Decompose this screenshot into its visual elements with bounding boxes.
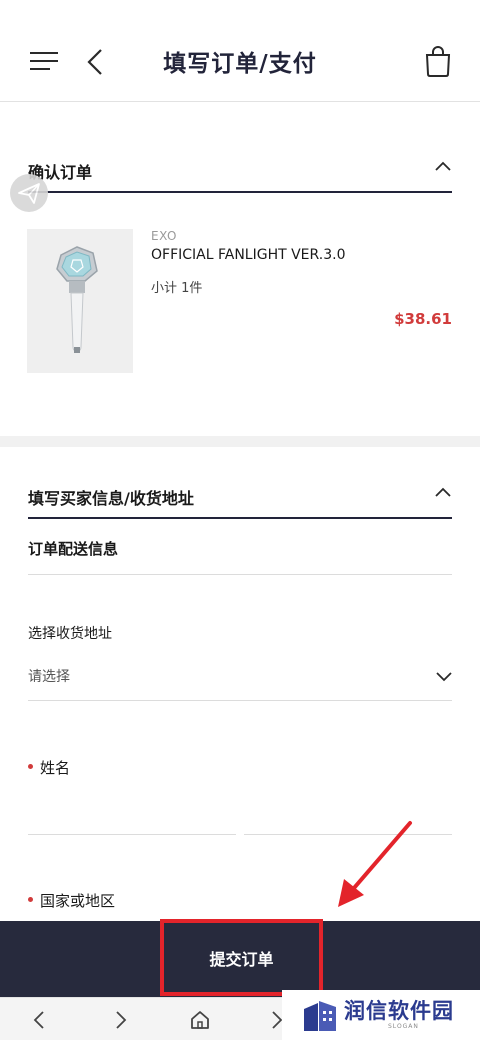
submit-order-button[interactable]: 提交订单 — [160, 919, 323, 996]
watermark-slogan: SLOGAN — [388, 1023, 419, 1030]
required-dot — [28, 897, 33, 902]
annotation-arrow-icon — [338, 821, 412, 907]
chevron-right-icon[interactable] — [108, 1008, 132, 1032]
name-label-text: 姓名 — [40, 759, 71, 777]
required-dot — [28, 764, 33, 769]
country-label: 国家或地区 — [28, 890, 115, 911]
address-select-value: 请选择 — [28, 669, 70, 685]
address-label: 选择收货地址 — [28, 626, 112, 642]
buyer-info-header[interactable]: 填写买家信息/收货地址 — [28, 481, 452, 519]
country-label-text: 国家或地区 — [40, 892, 116, 910]
page-title: 填写订单/支付 — [163, 51, 317, 77]
chevron-down-icon — [436, 672, 452, 682]
divider — [28, 700, 452, 701]
send-share-icon[interactable] — [10, 174, 48, 212]
last-name-input[interactable] — [28, 804, 236, 835]
shopping-bag-icon[interactable] — [424, 44, 452, 78]
chevron-up-icon[interactable] — [434, 485, 452, 499]
chevron-left-icon[interactable] — [28, 1008, 52, 1032]
top-header: 填写订单/支付 — [0, 0, 480, 102]
name-label: 姓名 — [28, 757, 70, 778]
product-image[interactable] — [27, 229, 133, 373]
fanlight-image — [56, 246, 98, 353]
building-logo-icon — [304, 1001, 336, 1031]
confirm-order-header[interactable]: 确认订单 — [28, 155, 452, 193]
section-divider — [0, 436, 480, 447]
buyer-info-title: 填写买家信息/收货地址 — [28, 489, 194, 508]
product-price: $38.61 — [394, 310, 452, 328]
delivery-info-title: 订单配送信息 — [28, 540, 119, 558]
product-subtotal: 小计 1件 — [151, 281, 203, 296]
chevron-up-icon[interactable] — [434, 159, 452, 173]
watermark-text: 润信软件园 — [344, 999, 454, 1023]
watermark: 润信软件园 SLOGAN — [282, 990, 480, 1040]
paper-plane-icon — [18, 183, 40, 204]
product-name[interactable]: OFFICIAL FANLIGHT VER.3.0 — [151, 247, 345, 263]
divider — [28, 574, 452, 575]
product-brand: EXO — [151, 229, 177, 243]
home-icon[interactable] — [188, 1008, 212, 1032]
address-select[interactable]: 请选择 — [28, 660, 452, 700]
